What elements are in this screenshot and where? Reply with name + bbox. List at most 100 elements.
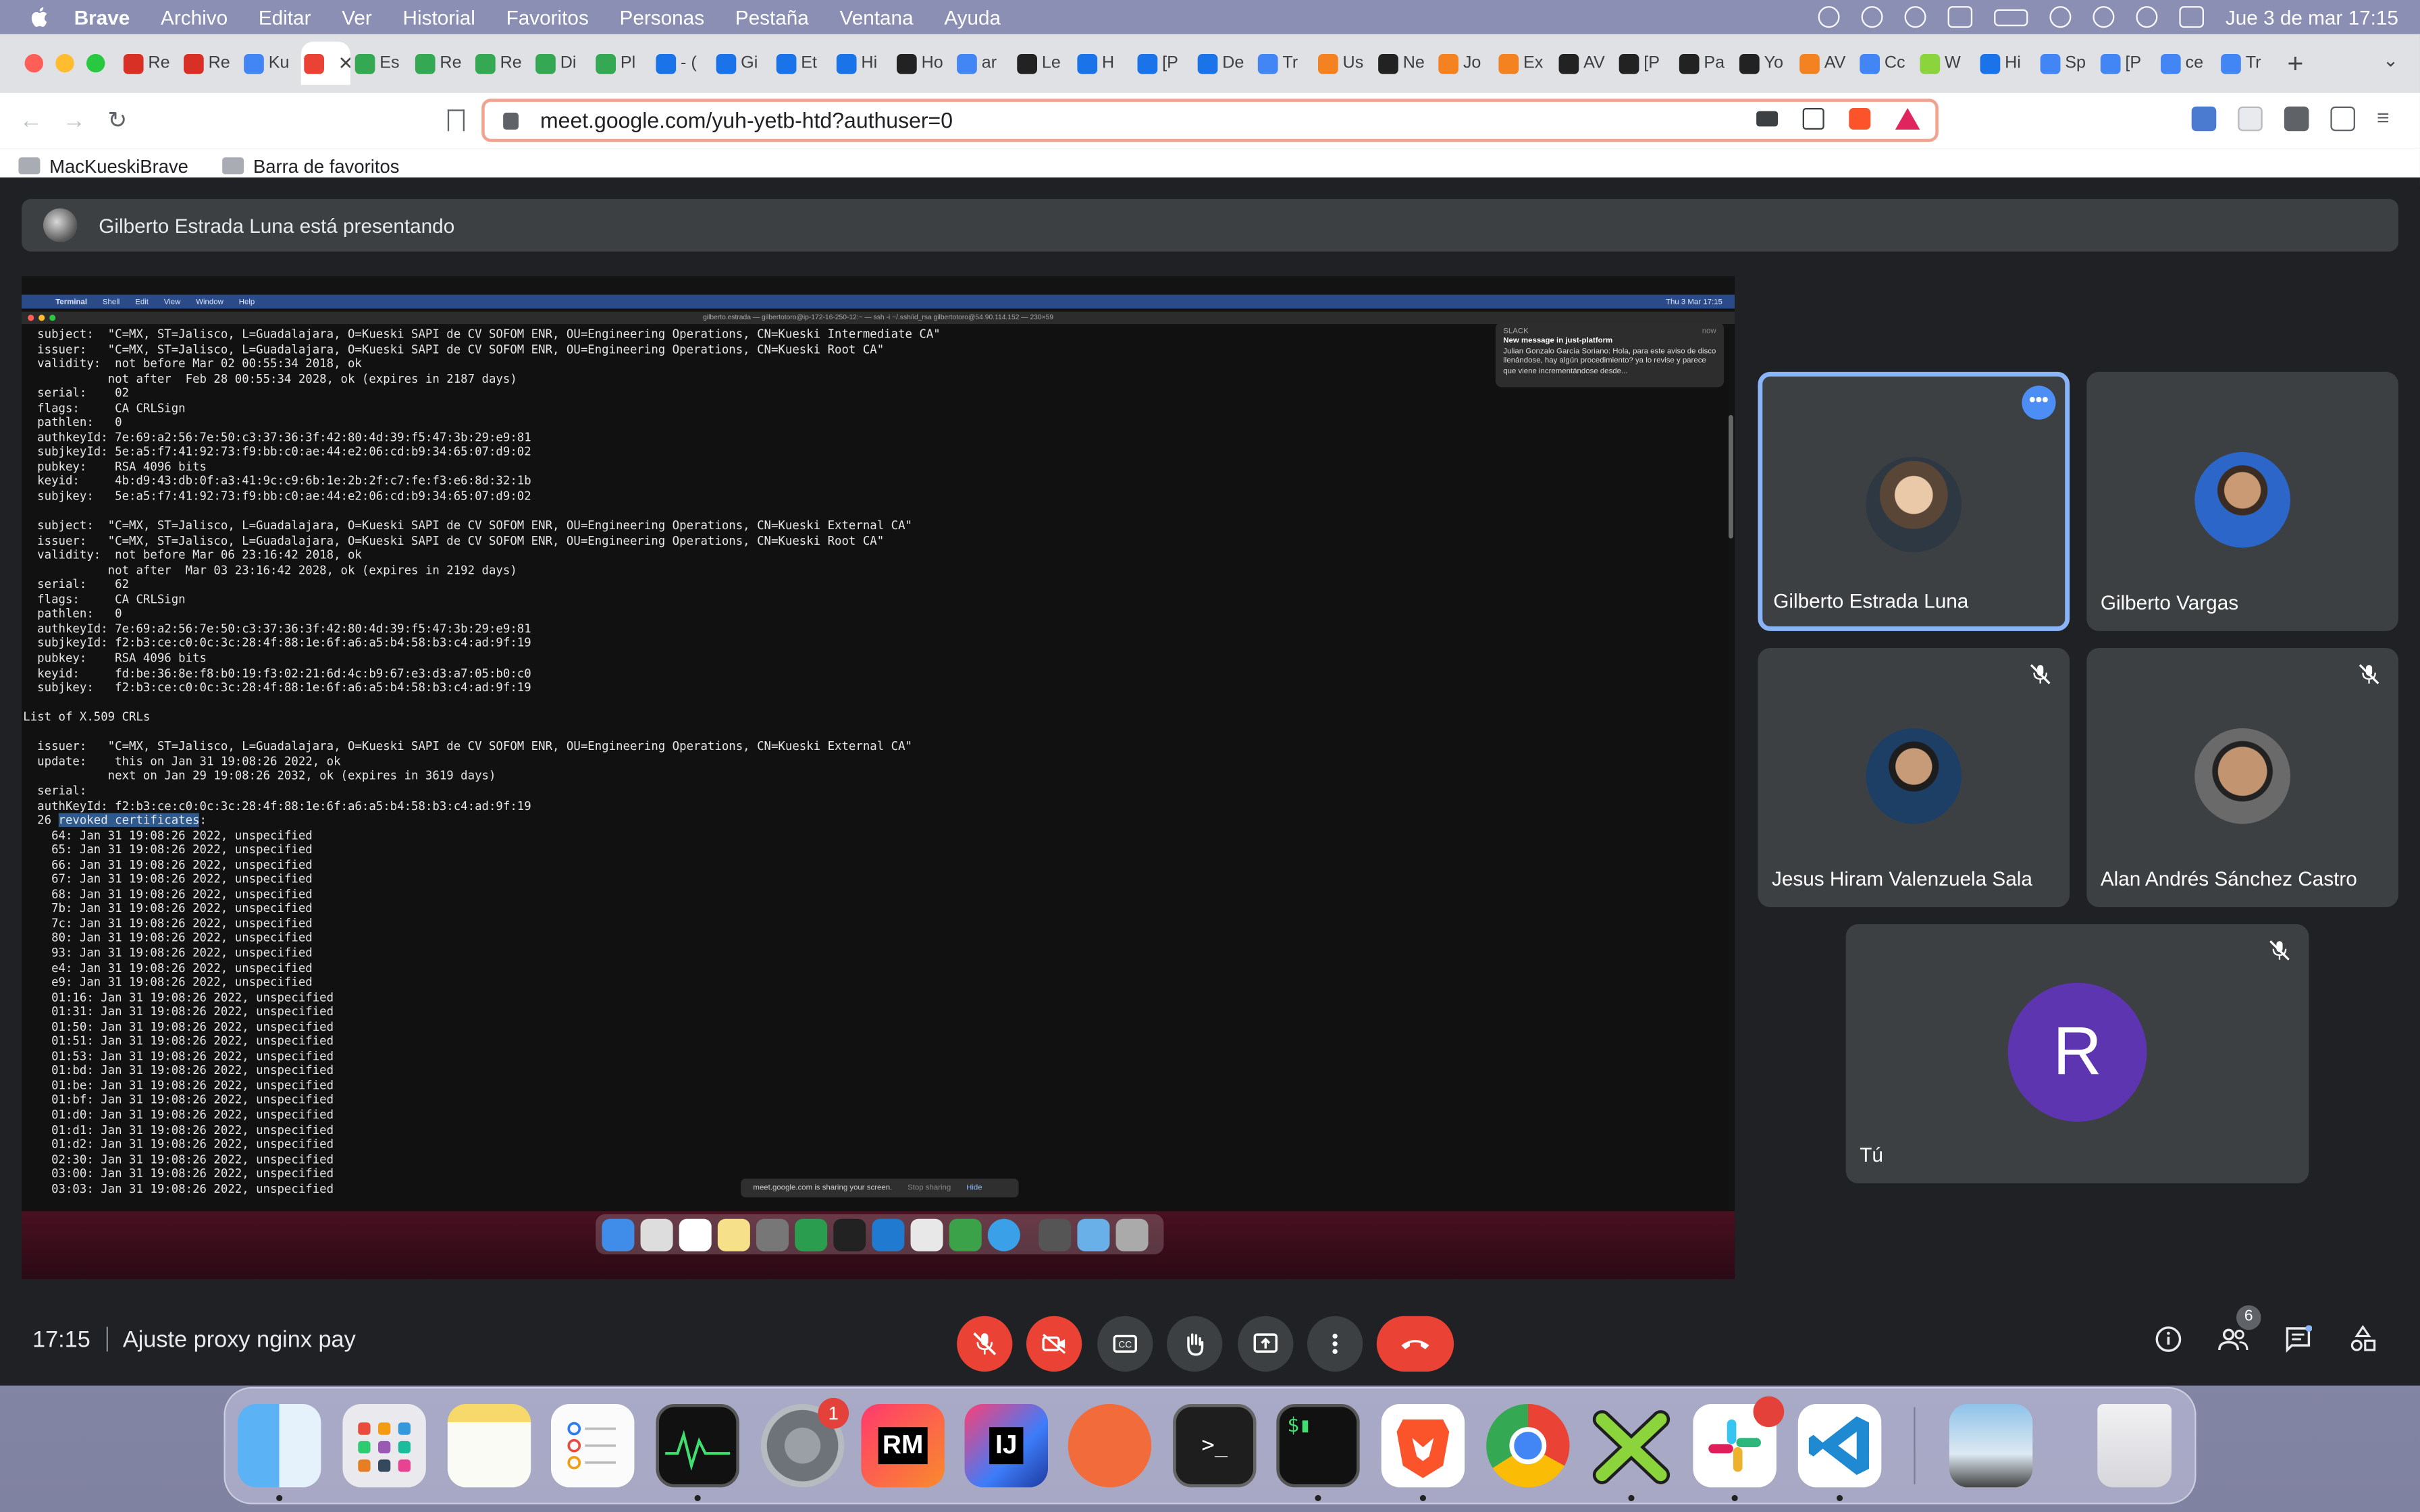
close-window-button[interactable] (24, 53, 43, 73)
extensions-puzzle-icon[interactable] (2284, 106, 2309, 132)
browser-tab[interactable]: Ne (1375, 42, 1434, 85)
menu-historial[interactable]: Historial (403, 5, 475, 28)
extension-b-icon[interactable] (2238, 106, 2263, 132)
menu-editar[interactable]: Editar (259, 5, 311, 28)
intellij-icon[interactable]: IJ (964, 1403, 1048, 1488)
back-button[interactable]: ← (9, 107, 53, 134)
browser-tab[interactable]: Tr (1255, 42, 1313, 85)
control-center-icon[interactable] (2179, 6, 2204, 28)
menu-app-brave[interactable]: Brave (74, 5, 130, 28)
launchpad-icon[interactable] (342, 1403, 426, 1488)
browser-tab[interactable]: [P (1616, 42, 1675, 85)
browser-tab[interactable]: [P (1134, 42, 1193, 85)
browser-tab[interactable]: - ( (653, 42, 712, 85)
browser-tab[interactable]: [P (2097, 42, 2156, 85)
browser-tab[interactable]: AV (1797, 42, 1856, 85)
captions-button[interactable]: CC (1097, 1316, 1153, 1372)
browser-tab[interactable]: Re (412, 42, 471, 85)
menu-personas[interactable]: Personas (620, 5, 705, 28)
browser-tab[interactable]: ce (2157, 42, 2216, 85)
browser-tab[interactable]: Ho (893, 42, 952, 85)
vscode-icon[interactable] (1797, 1403, 1882, 1488)
participant-tile[interactable]: Alan Andrés Sánchez Castro (2086, 647, 2398, 907)
browser-tab[interactable]: Sp (2037, 42, 2096, 85)
wallet-icon[interactable] (2330, 106, 2355, 132)
iterm-icon[interactable]: $▮ (1276, 1403, 1360, 1488)
browser-tab[interactable]: Hi (1977, 42, 2036, 85)
browser-menu-icon[interactable]: ≡ (2377, 107, 2402, 132)
browser-tab[interactable]: ar (954, 42, 1013, 85)
menubar-clock[interactable]: Jue 3 de mar 17:15 (2226, 5, 2398, 28)
browser-tab[interactable]: Re (180, 42, 239, 85)
menu-ayuda[interactable]: Ayuda (944, 5, 1001, 28)
chrome-icon[interactable] (1486, 1403, 1570, 1488)
leave-call-button[interactable] (1376, 1316, 1454, 1372)
browser-tab[interactable]: Pa (1676, 42, 1735, 85)
activity-monitor-icon[interactable] (656, 1403, 739, 1488)
browser-tab[interactable]: Yo (1736, 42, 1795, 85)
browser-tab[interactable]: Jo (1436, 42, 1494, 85)
preview-icon[interactable] (1949, 1403, 2033, 1488)
participant-tile[interactable]: Gilberto Vargas (2086, 371, 2398, 631)
browser-tab[interactable]: Re (120, 42, 179, 85)
meeting-details-button[interactable] (2153, 1324, 2184, 1355)
shared-screen[interactable]: Terminal Shell Edit View Window Help Thu… (21, 276, 1735, 1279)
notes-icon[interactable] (447, 1403, 531, 1488)
minimize-window-button[interactable] (55, 53, 74, 73)
brave-shields-icon[interactable] (1849, 107, 1871, 130)
trash-icon[interactable] (2097, 1403, 2172, 1488)
tab-search-chevron-icon[interactable]: ⌄ (2383, 49, 2398, 71)
more-options-icon[interactable]: ••• (2022, 385, 2056, 420)
browser-tab[interactable]: Pl (593, 42, 652, 85)
menu-pestana[interactable]: Pestaña (735, 5, 809, 28)
toggle-camera-button[interactable] (1026, 1316, 1082, 1372)
browser-tab[interactable]: Cc (1857, 42, 1916, 85)
browser-tab[interactable]: Hi (833, 42, 892, 85)
self-tile[interactable]: R Tú (1845, 924, 2309, 1184)
browser-tab[interactable]: Di (533, 42, 591, 85)
forward-button[interactable]: → (53, 107, 96, 134)
chat-button[interactable] (2283, 1324, 2314, 1355)
browser-tab[interactable]: W (1917, 42, 1976, 85)
apple-icon[interactable] (28, 5, 53, 30)
raise-hand-button[interactable] (1166, 1316, 1223, 1372)
finder-icon[interactable] (237, 1403, 321, 1488)
menu-favoritos[interactable]: Favoritos (506, 5, 589, 28)
bookmark-mackueskibrave[interactable]: MacKueskiBrave (49, 155, 188, 177)
brave-rewards-icon[interactable] (1895, 107, 1920, 130)
close-tab-icon[interactable]: ✕ (338, 53, 350, 74)
xmind-icon[interactable] (1589, 1404, 1673, 1487)
more-options-button[interactable] (1307, 1316, 1363, 1372)
url-text[interactable]: meet.google.com/yuh-yetb-htd?authuser=0 (540, 108, 953, 133)
browser-tab[interactable]: Us (1315, 42, 1373, 85)
new-tab-button[interactable]: + (2287, 47, 2303, 80)
browser-tab[interactable]: AV (1556, 42, 1614, 85)
browser-tab[interactable]: Et (773, 42, 832, 85)
participant-tile[interactable]: Jesus Hiram Valenzuela Sala (1758, 647, 2070, 907)
address-bar[interactable]: meet.google.com/yuh-yetb-htd?authuser=0 (481, 99, 1939, 142)
lock-icon[interactable] (503, 111, 519, 129)
browser-tab[interactable]: Es (352, 42, 411, 85)
browser-tab[interactable]: ✕ (300, 41, 350, 85)
keyboard-icon[interactable] (1947, 6, 1973, 28)
bookmark-barra-de-favoritos[interactable]: Barra de favoritos (253, 155, 399, 177)
zoom-window-button[interactable] (86, 53, 105, 73)
terminal-icon[interactable]: >_ (1173, 1403, 1257, 1488)
browser-tab[interactable]: Ex (1496, 42, 1554, 85)
toggle-microphone-button[interactable] (957, 1316, 1013, 1372)
browser-tab[interactable]: De (1194, 42, 1253, 85)
wifi-icon[interactable] (2049, 6, 2072, 28)
rubymine-icon[interactable]: RM (861, 1403, 945, 1488)
settings-gear-icon[interactable] (1904, 6, 1926, 28)
time-machine-icon[interactable] (1818, 6, 1840, 28)
present-screen-button[interactable] (1238, 1316, 1294, 1372)
browser-tab[interactable]: Re (472, 42, 531, 85)
camera-indicator-icon[interactable] (1756, 111, 1779, 127)
reminders-icon[interactable] (550, 1403, 635, 1488)
browser-tab[interactable]: H (1074, 42, 1133, 85)
spotlight-search-icon[interactable] (2136, 6, 2158, 28)
install-app-icon[interactable] (1802, 107, 1824, 130)
battery-icon[interactable] (1994, 8, 2028, 26)
menu-archivo[interactable]: Archivo (161, 5, 228, 28)
browser-tab[interactable]: Ku (241, 42, 300, 85)
